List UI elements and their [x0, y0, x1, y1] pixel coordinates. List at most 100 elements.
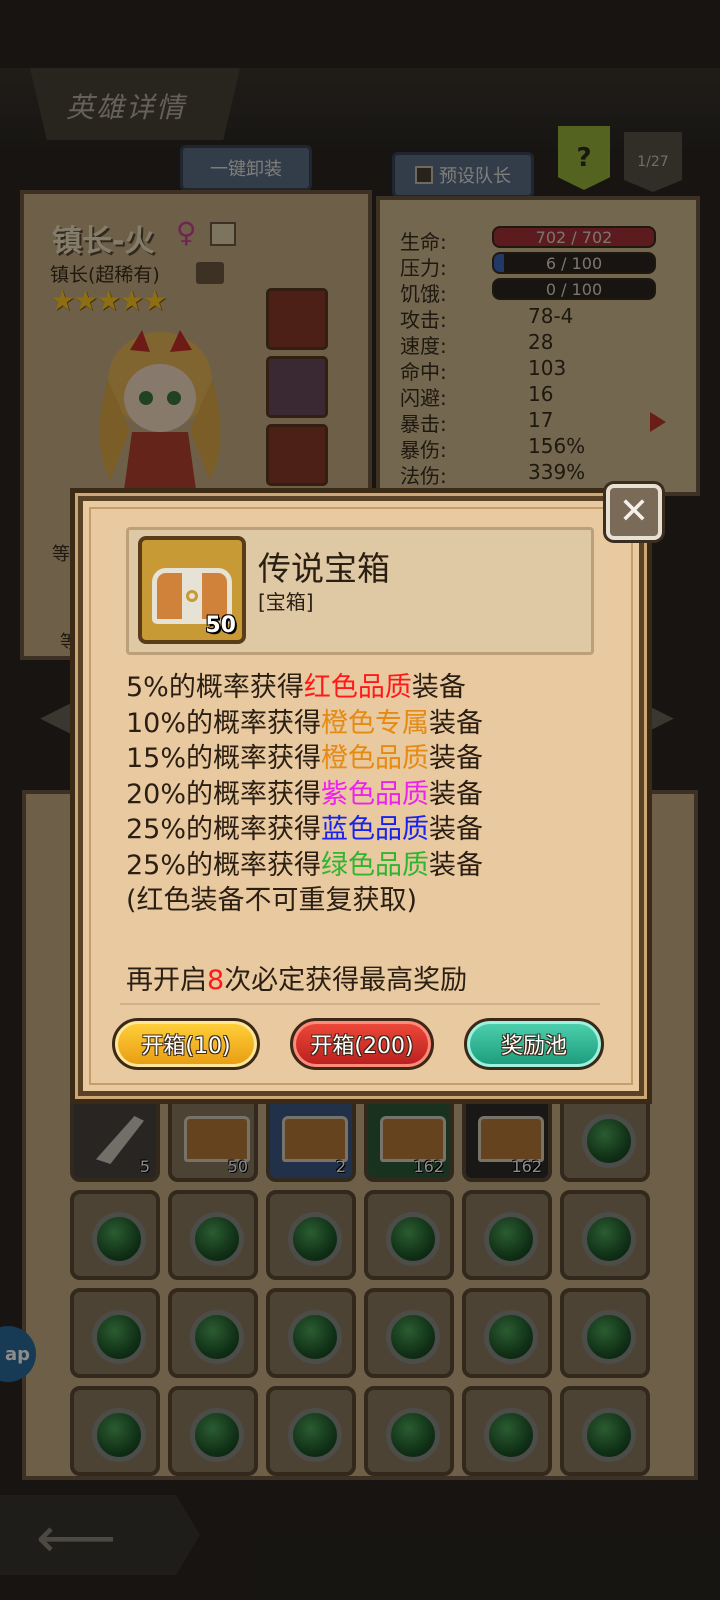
reward-pool-button[interactable]: 奖励池 — [464, 1018, 604, 1070]
legendary-chest-icon: 50 — [138, 536, 246, 644]
inventory-slot-chest[interactable]: 162 — [462, 1092, 552, 1182]
inventory-slot-gem[interactable] — [560, 1092, 650, 1182]
rate-quality: 橙色品质 — [321, 743, 430, 774]
swap-icon[interactable] — [196, 262, 224, 284]
inventory-slot-gem[interactable] — [462, 1386, 552, 1476]
hero-name: 镇长-火 — [52, 224, 155, 259]
green-gem-icon — [288, 1310, 342, 1364]
chest-lock — [186, 590, 198, 602]
feather-icon — [96, 1116, 144, 1164]
rate-suffix: 装备 — [429, 707, 484, 739]
inventory-slot-gem[interactable] — [168, 1386, 258, 1476]
preset-captain-button[interactable]: 预设队长 — [392, 152, 534, 198]
green-gem-icon — [582, 1310, 636, 1364]
green-gem-icon — [92, 1212, 146, 1266]
edit-name-icon[interactable] — [210, 222, 236, 246]
chest-icon — [184, 1116, 250, 1162]
green-gem-icon — [288, 1212, 342, 1266]
rate-quality: 红色品质 — [303, 672, 412, 703]
hint-count: 8 — [207, 965, 225, 996]
rate-prefix: 5%的概率获得 — [126, 672, 304, 703]
green-gem-icon — [484, 1212, 538, 1266]
stat-label: 暴击: — [400, 412, 447, 436]
stats-next-arrow-icon[interactable] — [650, 412, 666, 432]
inventory-slot-feather[interactable]: 5 — [70, 1092, 160, 1182]
equip-slot-hat[interactable] — [266, 356, 328, 418]
stat-value: 17 — [528, 408, 554, 432]
stat-hunger-label: 饥饿: — [400, 282, 447, 306]
rate-suffix: 装备 — [429, 849, 484, 881]
star-rating: ★★★★★ — [50, 284, 168, 317]
close-button[interactable]: ✕ — [606, 484, 662, 540]
stat-value: 156% — [528, 434, 586, 458]
rate-prefix: 25%的概率获得 — [126, 849, 322, 881]
inventory-slot-chest[interactable]: 162 — [364, 1092, 454, 1182]
slot-count: 5 — [139, 1157, 150, 1176]
level-label-cut-2: 等 — [60, 632, 78, 653]
rate-prefix: 20%的概率获得 — [126, 778, 322, 810]
page-title: 英雄详情 — [66, 91, 187, 124]
inventory-slot-gem[interactable] — [462, 1288, 552, 1378]
green-gem-icon — [484, 1310, 538, 1364]
inventory-slot-gem[interactable] — [462, 1190, 552, 1280]
hero-portrait — [99, 330, 221, 490]
close-icon: ✕ — [618, 491, 650, 532]
inventory-slot-gem[interactable] — [364, 1190, 454, 1280]
rate-suffix: 装备 — [429, 778, 484, 810]
green-gem-icon — [190, 1310, 244, 1364]
inventory-slot-chest[interactable]: 50 — [168, 1092, 258, 1182]
drop-rate-line: 5%的概率获得红色品质装备 — [126, 670, 606, 706]
hero-class: 镇长(超稀有) — [50, 264, 160, 286]
hunger-value: 0 / 100 — [545, 279, 603, 299]
slot-count: 162 — [511, 1157, 542, 1176]
rate-quality: 橙色专属 — [321, 707, 430, 739]
stat-label: 命中: — [400, 360, 447, 384]
open-200-button[interactable]: 开箱(200) — [290, 1018, 434, 1070]
unequip-all-button[interactable]: 一键卸装 — [180, 145, 312, 191]
green-gem-icon — [386, 1408, 440, 1462]
inventory-slot-gem[interactable] — [266, 1386, 356, 1476]
inventory-slot-gem[interactable] — [70, 1386, 160, 1476]
inventory-slot-gem[interactable] — [560, 1288, 650, 1378]
level-label-cut: 等 — [52, 544, 70, 565]
item-type: [宝箱] — [258, 590, 314, 614]
inventory-slot-gem[interactable] — [168, 1288, 258, 1378]
green-gem-icon — [190, 1408, 244, 1462]
green-gem-icon — [582, 1408, 636, 1462]
rate-suffix: 装备 — [411, 672, 466, 703]
inventory-slot-gem[interactable] — [266, 1288, 356, 1378]
stat-label: 法伤: — [400, 464, 447, 488]
chest-icon — [478, 1116, 544, 1162]
rate-suffix: 装备 — [429, 743, 484, 774]
rate-prefix: 25%的概率获得 — [126, 814, 322, 845]
inventory-slot-gem[interactable] — [70, 1190, 160, 1280]
slot-count: 2 — [335, 1157, 346, 1176]
no-duplicate-note: (红色装备不可重复获取) — [126, 885, 418, 916]
stat-label: 速度: — [400, 334, 447, 358]
captain-checkbox[interactable] — [415, 166, 433, 184]
inventory-slot-gem[interactable] — [364, 1386, 454, 1476]
open-10-button[interactable]: 开箱(10) — [112, 1018, 260, 1070]
inventory-slot-gem[interactable] — [364, 1288, 454, 1378]
help-button[interactable]: ? — [558, 126, 610, 190]
stat-label: 攻击: — [400, 308, 447, 332]
equip-slot-accessory[interactable] — [266, 424, 328, 486]
equip-slot-weapon[interactable] — [266, 288, 328, 350]
green-gem-icon — [386, 1212, 440, 1266]
inventory-slot-gem[interactable] — [70, 1288, 160, 1378]
hunger-bar: 0 / 100 — [492, 278, 656, 300]
next-hero-arrow-icon[interactable]: ▶ — [640, 690, 674, 741]
hint-prefix: 再开启 — [126, 965, 207, 996]
inventory-slot-gem[interactable] — [560, 1386, 650, 1476]
female-icon: ♀ — [176, 216, 197, 249]
inventory-slot-gem[interactable] — [168, 1190, 258, 1280]
inventory-slot-chest[interactable]: 2 — [266, 1092, 356, 1182]
inventory-slot-gem[interactable] — [560, 1190, 650, 1280]
back-arrow-icon[interactable]: ⟵ — [36, 1506, 116, 1571]
chest-icon — [282, 1116, 348, 1162]
inventory-slot-gem[interactable] — [266, 1190, 356, 1280]
item-count: 50 — [205, 613, 236, 638]
prev-hero-arrow-icon[interactable]: ◀ — [40, 690, 74, 741]
rate-prefix: 15%的概率获得 — [126, 743, 322, 774]
rate-prefix: 10%的概率获得 — [126, 707, 322, 739]
